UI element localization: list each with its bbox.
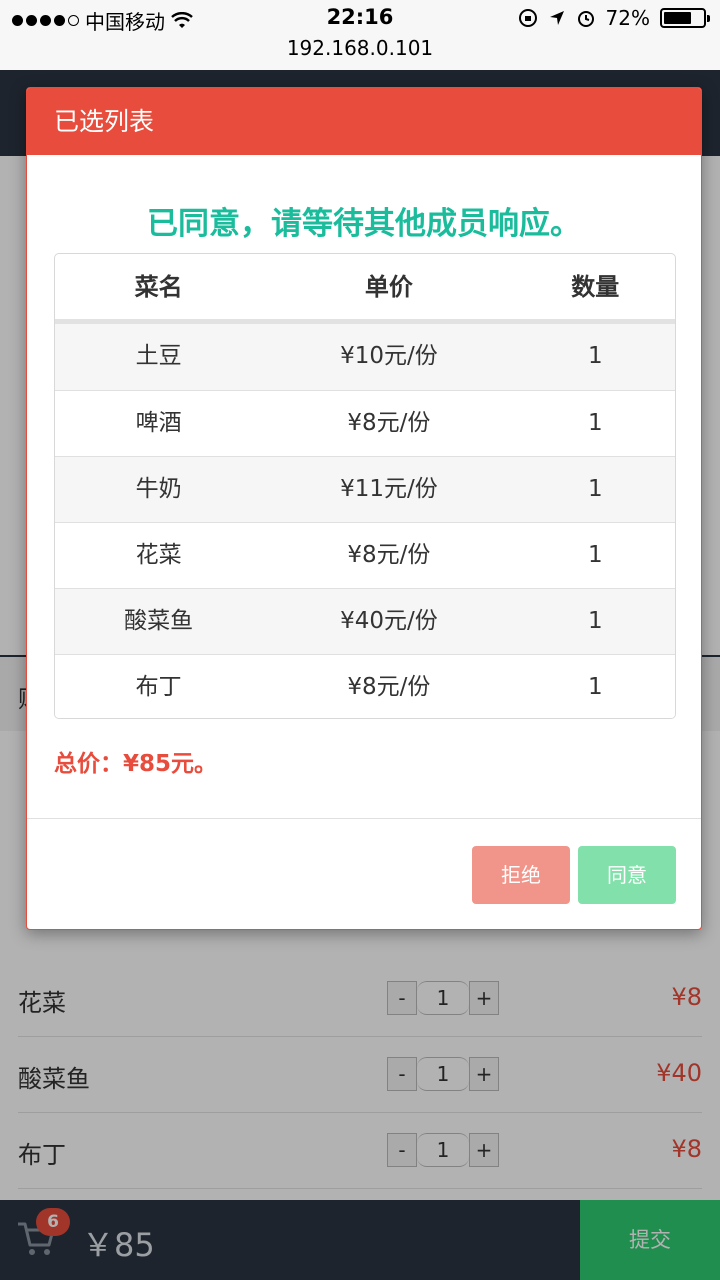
location-icon	[549, 11, 564, 25]
column-header-price: 单价	[364, 273, 413, 301]
table-row: 土豆 ¥10元/份 1	[55, 324, 675, 390]
cell-name: 啤酒	[135, 410, 182, 436]
cell-qty: 1	[587, 476, 603, 502]
table-header: 菜名 单价 数量	[55, 254, 675, 324]
footer-divider	[27, 818, 701, 819]
cell-name: 牛奶	[135, 476, 182, 502]
cell-price: ¥8元/份	[347, 410, 431, 436]
column-header-name: 菜名	[134, 273, 183, 301]
battery-percent: 72%	[605, 6, 650, 30]
cell-name: 土豆	[135, 343, 182, 369]
cell-qty: 1	[587, 674, 603, 700]
orientation-lock-icon	[518, 9, 537, 27]
battery-icon	[660, 8, 710, 28]
reject-button[interactable]: 拒绝	[472, 846, 570, 904]
cell-name: 布丁	[135, 674, 182, 700]
cell-name: 花菜	[135, 542, 182, 568]
cell-qty: 1	[587, 608, 603, 634]
cell-price: ¥11元/份	[340, 476, 438, 502]
table-row: 布丁 ¥8元/份 1	[55, 654, 675, 718]
cell-qty: 1	[587, 542, 603, 568]
cell-qty: 1	[587, 410, 603, 436]
cell-price: ¥8元/份	[347, 542, 431, 568]
dialog-title: 已选列表	[27, 88, 701, 155]
alarm-icon	[577, 11, 594, 27]
table-body: 土豆 ¥10元/份 1 啤酒 ¥8元/份 1 牛奶 ¥11元/份 1 花菜 ¥8…	[55, 324, 675, 718]
agree-button[interactable]: 同意	[578, 846, 676, 904]
status-message: 已同意，请等待其他成员响应。	[147, 206, 581, 242]
status-icons: 72%	[518, 6, 710, 30]
selected-items-table: 菜名 单价 数量 土豆 ¥10元/份 1 啤酒 ¥8元/份 1 牛奶 ¥11元/…	[54, 253, 676, 719]
table-row: 牛奶 ¥11元/份 1	[55, 456, 675, 522]
page-url[interactable]: 192.168.0.101	[0, 36, 720, 60]
cell-price: ¥10元/份	[340, 343, 438, 369]
table-row: 酸菜鱼 ¥40元/份 1	[55, 588, 675, 654]
table-row: 花菜 ¥8元/份 1	[55, 522, 675, 588]
selected-list-dialog: 已选列表 已同意，请等待其他成员响应。 菜名 单价 数量 土豆 ¥10元/份 1…	[26, 87, 702, 930]
cell-qty: 1	[587, 343, 603, 369]
status-bar: 中国移动 22:16 192.168.0.101 72%	[0, 0, 720, 70]
total-price: 总价：¥85元。	[54, 751, 218, 777]
cell-price: ¥8元/份	[347, 674, 431, 700]
cell-name: 酸菜鱼	[124, 608, 194, 634]
column-header-qty: 数量	[571, 273, 620, 301]
cell-price: ¥40元/份	[340, 608, 438, 634]
table-row: 啤酒 ¥8元/份 1	[55, 390, 675, 456]
